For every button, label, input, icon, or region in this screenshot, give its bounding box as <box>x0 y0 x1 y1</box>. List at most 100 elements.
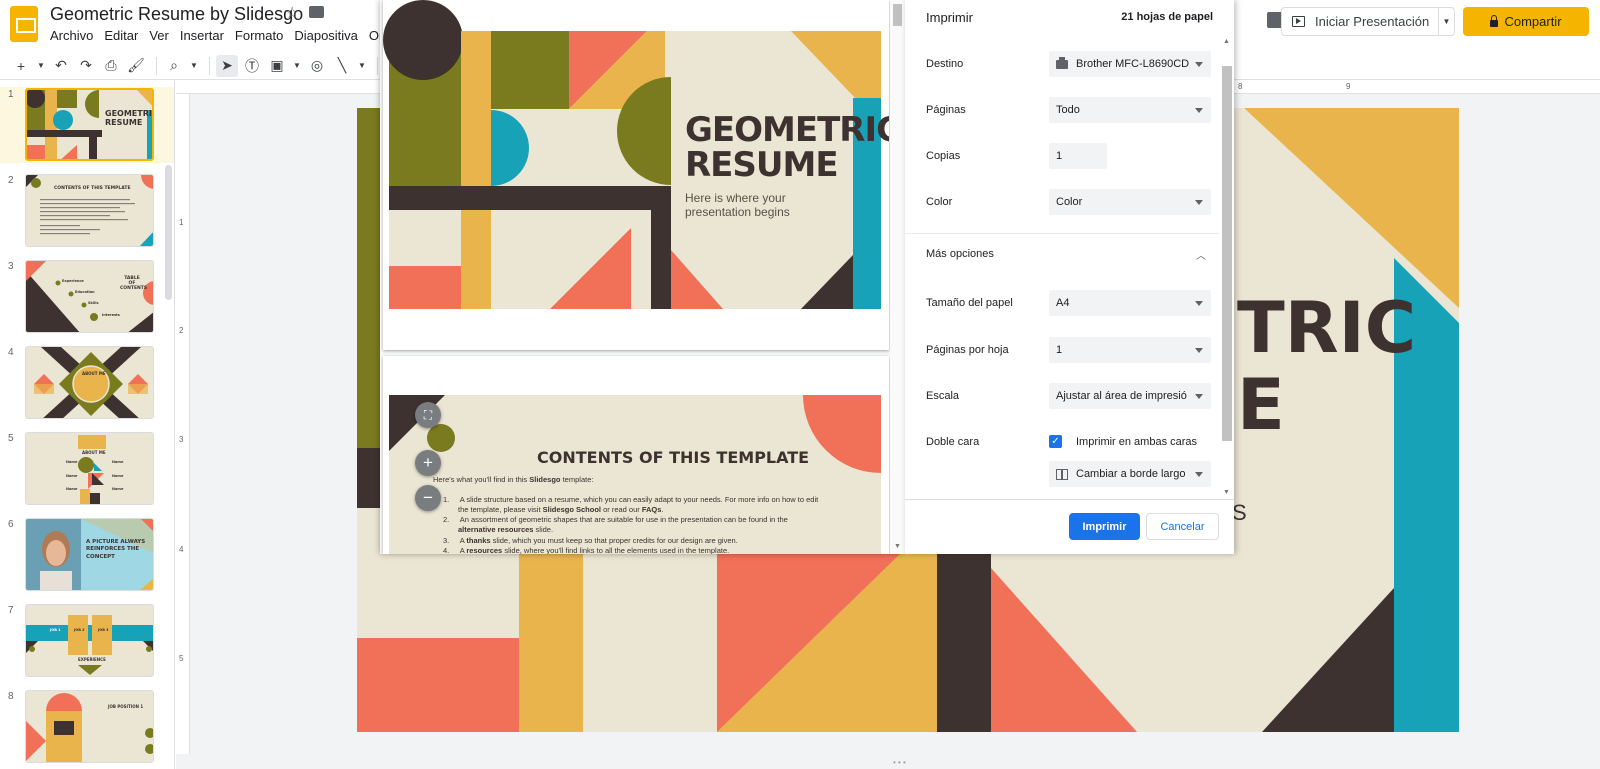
slide-7-item: JOB 2 <box>74 628 85 632</box>
present-label: Iniciar Presentación <box>1315 14 1430 29</box>
slide-5-item: Name <box>66 487 78 491</box>
main-slide-title-line2: E <box>1237 364 1285 446</box>
slide-thumbnail-8[interactable]: 8 JOB POSITION 1 <box>0 689 174 765</box>
present-button[interactable]: Iniciar Presentación <box>1281 7 1439 36</box>
preview-contents-intro: Here's what you'll find in this Slidesgo… <box>433 475 594 484</box>
chevron-down-icon <box>1195 301 1203 306</box>
slide-thumbnail-5[interactable]: 5 ABOUT ME Name Name Name Name Name Name <box>0 431 174 507</box>
preview-contents-title: CONTENTS OF THIS TEMPLATE <box>537 448 810 467</box>
scale-select[interactable]: Ajustar al área de impresió <box>1049 383 1211 409</box>
print-icon[interactable]: ⎙ <box>100 55 122 77</box>
redo-icon[interactable]: ↷ <box>75 55 97 77</box>
shapes-icon[interactable]: ◎ <box>306 55 328 77</box>
chevron-down-icon <box>1195 108 1203 113</box>
slide-2-title: CONTENTS OF THIS TEMPLATE <box>54 186 131 191</box>
dropdown-icon[interactable]: ▼ <box>291 55 303 77</box>
menu-edit[interactable]: Editar <box>104 28 138 43</box>
pages-per-sheet-select[interactable]: 1 <box>1049 337 1211 363</box>
present-dropdown-button[interactable]: ▼ <box>1439 7 1455 36</box>
cancel-button[interactable]: Cancelar <box>1146 513 1219 540</box>
print-preview-pane[interactable]: GEOMETRIC RESUME Here is where your pres… <box>380 0 905 554</box>
menu-view[interactable]: Ver <box>149 28 169 43</box>
dropdown-icon[interactable]: ▼ <box>35 55 47 77</box>
color-select[interactable]: Color <box>1049 189 1211 215</box>
dropdown-icon[interactable]: ▼ <box>356 55 368 77</box>
vertical-ruler[interactable]: 1 2 3 4 5 <box>176 94 190 754</box>
settings-scrollbar[interactable]: ▲ ▼ <box>1219 34 1234 500</box>
folder-icon[interactable] <box>309 6 324 18</box>
destination-label: Destino <box>926 58 964 70</box>
slide-preview: JOB 1 JOB 2 JOB 3 EXPERIENCE <box>25 604 154 677</box>
slide-thumbnail-4[interactable]: 4 ABOUT ME <box>0 345 174 421</box>
slide-7-title: EXPERIENCE <box>78 657 106 662</box>
slide-thumbnail-3[interactable]: 3 TABLE OF CONTENTS Experience Education… <box>0 259 174 335</box>
textbox-icon[interactable]: Ⓣ <box>241 55 263 77</box>
slide-preview: GEOMETRIC RESUME <box>25 88 154 161</box>
pages-per-sheet-value: 1 <box>1056 344 1063 356</box>
pages-select[interactable]: Todo <box>1049 97 1211 123</box>
zoom-icon[interactable]: ⌕ <box>163 55 185 77</box>
preview-scroll-thumb[interactable] <box>893 4 902 26</box>
menu-slide[interactable]: Diapositiva <box>294 28 358 43</box>
slide-preview: TABLE OF CONTENTS Experience Education S… <box>25 260 154 333</box>
notes-resize-handle[interactable]: • • • <box>893 758 906 767</box>
duplex-checkbox-label[interactable]: Imprimir en ambas caras <box>1076 436 1197 448</box>
print-settings-footer: Imprimir Cancelar <box>905 499 1234 554</box>
slides-logo-icon[interactable] <box>10 6 38 42</box>
scroll-down-arrow-icon[interactable]: ▼ <box>894 543 901 550</box>
pages-per-sheet-label: Páginas por hoja <box>926 344 1009 356</box>
slide-4-art <box>26 347 153 418</box>
select-cursor-icon[interactable]: ➤ <box>216 54 238 77</box>
slide-thumbnail-7[interactable]: 7 JOB 1 JOB 2 JOB 3 EXPERIENCE <box>0 603 174 679</box>
preview-page-2: CONTENTS OF THIS TEMPLATE Here's what yo… <box>383 356 889 554</box>
duplex-label: Doble cara <box>926 436 980 448</box>
scroll-down-arrow-icon[interactable]: ▼ <box>1223 489 1230 496</box>
add-icon[interactable]: + <box>10 55 32 77</box>
slide-thumbnail-6[interactable]: 6 A PICTURE ALWAYS REINFORCES THE CONCEP… <box>0 517 174 593</box>
undo-icon[interactable]: ↶ <box>50 55 72 77</box>
document-title[interactable]: Geometric Resume by Slidesgo <box>50 4 303 25</box>
duplex-checkbox[interactable]: ✓ <box>1049 435 1062 448</box>
flip-edge-select[interactable]: Cambiar a borde largo <box>1049 461 1211 487</box>
ruler-mark: 3 <box>179 435 184 444</box>
menu-bar: Archivo Editar Ver Insertar Formato Diap… <box>50 28 402 43</box>
paper-size-select[interactable]: A4 <box>1049 290 1211 316</box>
menu-format[interactable]: Formato <box>235 28 283 43</box>
print-button[interactable]: Imprimir <box>1069 513 1140 540</box>
slide-thumbnail-2[interactable]: 2 CONTENTS OF THIS TEMPLATE <box>0 173 174 249</box>
toolbar-divider <box>156 56 157 75</box>
star-icon[interactable]: ☆ <box>285 3 299 23</box>
scroll-up-arrow-icon[interactable]: ▲ <box>1223 38 1230 45</box>
preview-scrollbar[interactable]: ▼ <box>890 0 905 554</box>
paint-format-icon[interactable]: 🖌 <box>125 55 147 77</box>
copies-input[interactable]: 1 <box>1049 143 1107 169</box>
slide-3-item: Interests <box>102 313 120 317</box>
slide-preview: CONTENTS OF THIS TEMPLATE <box>25 174 154 247</box>
ruler-mark: 1 <box>179 218 184 227</box>
line-icon[interactable]: ╲ <box>331 55 353 77</box>
slide-7-item: JOB 3 <box>98 628 109 632</box>
color-label: Color <box>926 196 953 208</box>
slide-7-item: JOB 1 <box>50 628 61 632</box>
slide-thumbnail-1[interactable]: 1 GEOMETRIC RESUME <box>0 87 174 163</box>
slide-5-art <box>26 433 153 504</box>
lock-icon <box>1490 14 1499 27</box>
dropdown-icon[interactable]: ▼ <box>188 55 200 77</box>
fit-to-page-icon[interactable]: ⛶ <box>415 402 441 428</box>
menu-file[interactable]: Archivo <box>50 28 93 43</box>
zoom-out-icon[interactable]: − <box>415 485 441 511</box>
image-icon[interactable]: ▣ <box>266 55 288 77</box>
settings-scroll-thumb[interactable] <box>1222 66 1232 441</box>
zoom-in-icon[interactable]: + <box>415 450 441 476</box>
share-button[interactable]: Compartir <box>1463 7 1589 36</box>
paper-size-value: A4 <box>1056 297 1070 309</box>
menu-insert[interactable]: Insertar <box>180 28 224 43</box>
more-options-toggle[interactable]: Más opciones <box>926 248 994 260</box>
main-slide-title-line1: TRIC <box>1237 287 1417 369</box>
chevron-down-icon <box>1195 472 1203 477</box>
toolbar-divider <box>209 56 210 75</box>
chevron-up-icon[interactable]: ︿ <box>1196 247 1206 262</box>
slide-preview: JOB POSITION 1 <box>25 690 154 763</box>
slide-5-title: ABOUT ME <box>82 450 106 455</box>
destination-select[interactable]: Brother MFC-L8690CD <box>1049 51 1211 77</box>
